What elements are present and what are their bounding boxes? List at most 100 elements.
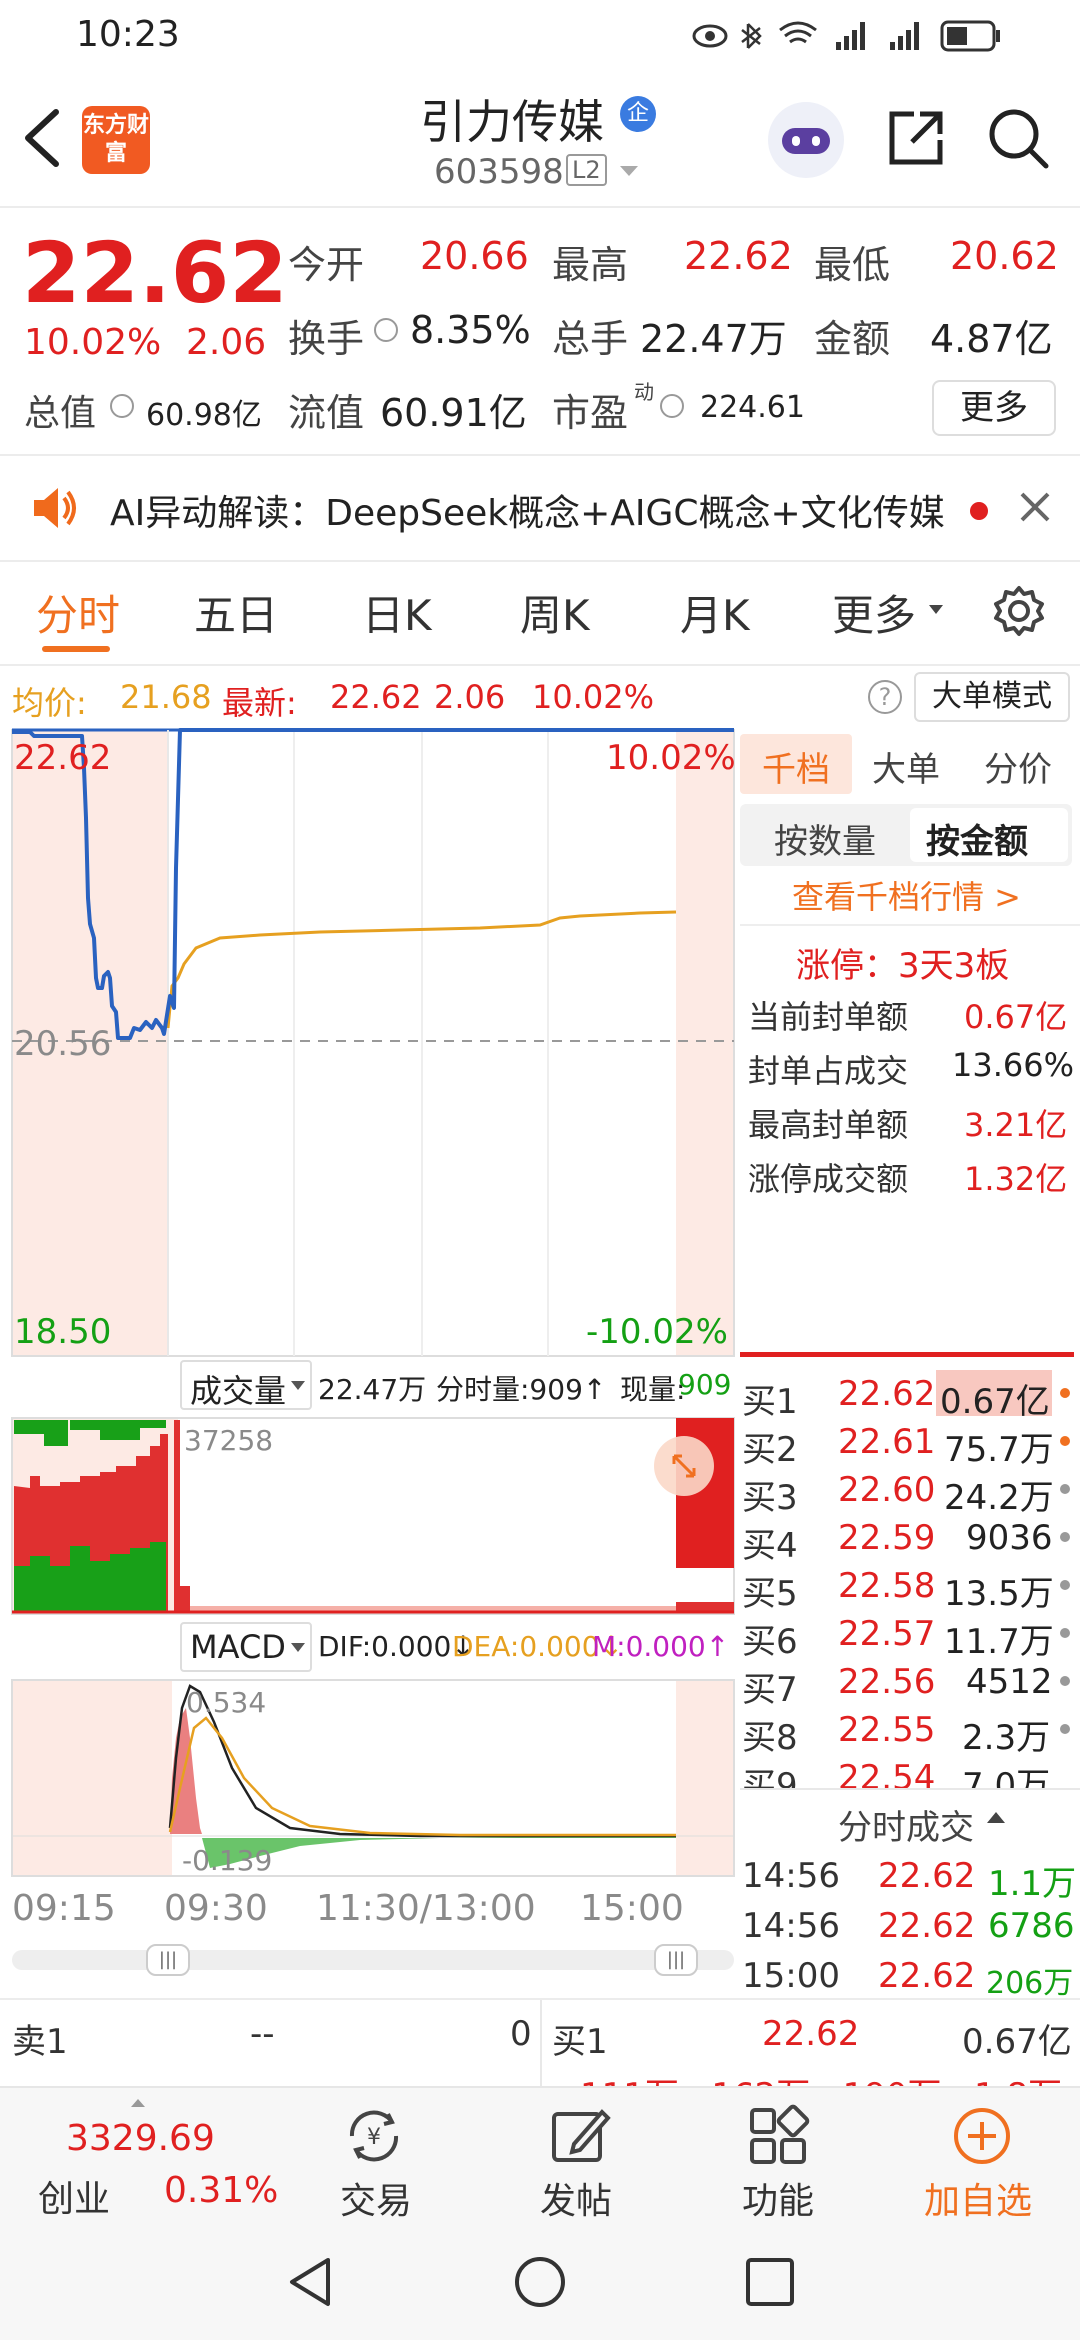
buy-label: 买4 [742, 1526, 798, 1566]
buy-row-9[interactable]: 买9 22.54 7.0万 [740, 1754, 1080, 1788]
slider-handle-left[interactable]: ||| [146, 1944, 190, 1976]
stock-name: 引力传媒 [420, 95, 604, 149]
svg-text:¥: ¥ [367, 2125, 381, 2150]
nav-recents-icon[interactable] [742, 2254, 798, 2310]
index-value[interactable]: 3329.69 [66, 2118, 215, 2159]
buy-row-5[interactable]: 买5 22.58 13.5万 [740, 1562, 1080, 1614]
volume-dropdown[interactable]: 成交量 [180, 1360, 312, 1410]
back-icon[interactable] [20, 106, 64, 170]
ai-banner[interactable]: AI异动解读：DeepSeek概念+AIGC概念+文化传媒 [0, 456, 1080, 560]
buy-row-7[interactable]: 买7 22.56 4512 [740, 1658, 1080, 1710]
robot-avatar-icon[interactable] [768, 102, 844, 178]
index-percent[interactable]: 0.31% [164, 2170, 278, 2211]
subtab-by-amount[interactable]: 按金额 [926, 814, 1028, 863]
share-icon[interactable] [884, 106, 948, 170]
caret-up-icon[interactable] [986, 1810, 1006, 1824]
tab-daily-k[interactable]: 日K [362, 582, 432, 643]
trade-row: 14:56 22.62 6786 [740, 1902, 1080, 1952]
stat-value: 3.21亿 [964, 1106, 1068, 1144]
order-dot [1060, 1580, 1070, 1590]
nav-function[interactable]: 功能 [742, 2172, 814, 2224]
caret-down-icon[interactable] [928, 604, 944, 616]
app-logo[interactable]: 东方财富 [82, 106, 150, 174]
side-tab-qiandang[interactable]: 千档 [740, 734, 852, 794]
function-icon[interactable] [746, 2104, 810, 2168]
buy-price: 22.61 [838, 1422, 936, 1462]
chevron-down-icon[interactable] [618, 164, 640, 178]
tab-five-day[interactable]: 五日 [194, 582, 278, 643]
big-order-mode-button[interactable]: 大单模式 [914, 672, 1070, 722]
nav-trade[interactable]: 交易 [340, 2172, 412, 2224]
more-button[interactable]: 更多 [932, 380, 1056, 436]
subtab-by-quantity[interactable]: 按数量 [774, 814, 876, 863]
now-volume-label: 现量: [620, 1373, 686, 1406]
tab-more[interactable]: 更多 [832, 582, 916, 643]
buy-price: 22.59 [838, 1518, 936, 1558]
search-icon[interactable] [986, 106, 1050, 170]
buy-row-8[interactable]: 买8 22.55 2.3万 [740, 1706, 1080, 1758]
trades-title[interactable]: 分时成交 [838, 1800, 974, 1849]
info-icon[interactable] [110, 394, 134, 418]
help-icon[interactable]: ? [868, 680, 902, 714]
slider-handle-right[interactable]: ||| [654, 1944, 698, 1976]
buy-qty: 2.3万 [962, 1718, 1051, 1758]
order-dot [1060, 1532, 1070, 1542]
tab-weekly-k[interactable]: 周K [520, 582, 590, 643]
nav-post[interactable]: 发帖 [540, 2172, 612, 2224]
stat-label: 涨停成交额 [748, 1160, 909, 1198]
nav-home-icon[interactable] [512, 2254, 568, 2310]
add-icon[interactable] [950, 2104, 1014, 2168]
buy-price: 22.55 [838, 1710, 936, 1750]
stock-code: 603598 [434, 152, 564, 192]
nav-back-icon[interactable] [282, 2254, 338, 2310]
trade-icon[interactable]: ¥ [342, 2104, 406, 2168]
volume-peak-label: 37258 [184, 1424, 274, 1457]
side-tab-big-order[interactable]: 大单 [872, 742, 940, 791]
float-label: 流值 [288, 391, 365, 435]
buy-price: 22.57 [838, 1614, 936, 1654]
bottom-book: 卖1 -- 0 买1 22.62 0.67亿 111万 162万 190万 1.… [0, 2000, 1080, 2086]
bottom-nav: 3329.69 创业 0.31% ¥ 交易 发帖 功能 加自选 [0, 2086, 1080, 2224]
macd-m: M:0.000↑ [592, 1630, 730, 1663]
volume-label: 成交量 [190, 1372, 287, 1410]
info-icon[interactable] [660, 394, 684, 418]
order-dot [1060, 1436, 1070, 1446]
range-slider[interactable] [12, 1950, 734, 1970]
time-label-0930: 09:30 [164, 1888, 268, 1929]
post-icon[interactable] [548, 2104, 612, 2168]
bottom-buy-label: 买1 [552, 2022, 608, 2062]
enterprise-badge: 企 [620, 96, 656, 132]
trade-qty: 6786 [988, 1906, 1075, 1946]
buy-row-3[interactable]: 买3 22.60 24.2万 [740, 1466, 1080, 1518]
limit-up-divider [740, 1352, 1074, 1357]
level-badge[interactable]: L2 [566, 154, 607, 186]
high-value: 22.62 [684, 234, 793, 278]
buy-qty: 4512 [966, 1662, 1053, 1702]
latest-value: 22.62 [330, 678, 422, 716]
tab-intraday[interactable]: 分时 [36, 582, 120, 643]
buy-label: 买9 [742, 1766, 798, 1788]
nav-add-watchlist[interactable]: 加自选 [924, 2172, 1032, 2224]
buy-row-2[interactable]: 买2 22.61 75.7万 [740, 1418, 1080, 1470]
buy-row-4[interactable]: 买4 22.59 9036 [740, 1514, 1080, 1566]
bottom-buy-price: 22.62 [762, 2014, 860, 2054]
qiandang-link[interactable]: 查看千档行情 > [792, 872, 1021, 918]
low-label: 最低 [814, 243, 891, 287]
settings-icon[interactable] [992, 584, 1046, 638]
system-nav-bar [0, 2224, 1080, 2340]
tab-monthly-k[interactable]: 月K [680, 582, 750, 643]
trade-row: 15:00 22.62 206万 [740, 1952, 1080, 2002]
side-tab-price-dist[interactable]: 分价 [984, 742, 1052, 791]
info-icon[interactable] [374, 318, 398, 342]
macd-high-label: 0.534 [186, 1686, 267, 1719]
index-name[interactable]: 创业 [38, 2170, 110, 2222]
status-bar: 10:23 [0, 0, 1080, 72]
close-icon[interactable] [1018, 490, 1052, 524]
ai-banner-text: AI异动解读：DeepSeek概念+AIGC概念+文化传媒 [110, 493, 945, 534]
volume-header: 成交量 22.47万 分时量:909↑ 现量: 909 [0, 1360, 740, 1414]
macd-dropdown[interactable]: MACD [180, 1622, 312, 1672]
macd-chart [11, 1679, 735, 1877]
buy-row-6[interactable]: 买6 22.57 11.7万 [740, 1610, 1080, 1662]
buy-row-1[interactable]: 买1 22.62 0.67亿 [740, 1370, 1080, 1422]
order-dot [1060, 1484, 1070, 1494]
